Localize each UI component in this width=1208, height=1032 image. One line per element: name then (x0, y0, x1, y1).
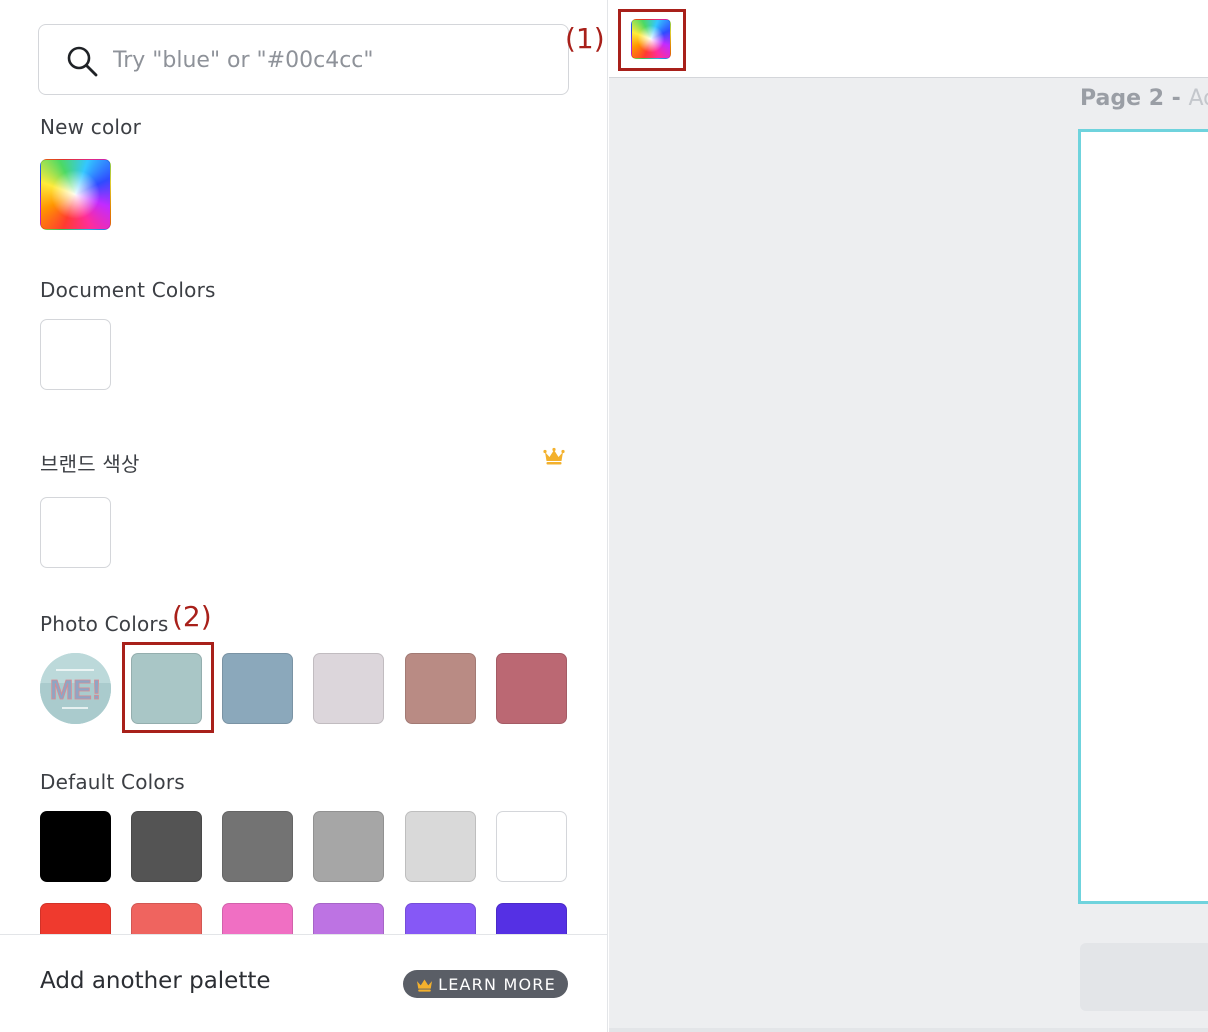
color-search-input[interactable] (113, 39, 553, 81)
editor-toolbar (609, 0, 1208, 78)
editor-area: Page 2 - Add (609, 0, 1208, 1032)
default-color-swatch[interactable] (313, 903, 384, 934)
learn-more-label: LEARN MORE (438, 974, 556, 994)
crown-icon (543, 447, 565, 465)
default-color-swatch[interactable] (405, 811, 476, 882)
default-color-swatch[interactable] (222, 903, 293, 934)
palette-footer: Add another palette LEARN MORE (0, 934, 607, 1032)
design-page-canvas[interactable] (1078, 129, 1208, 904)
default-color-swatch[interactable] (40, 903, 111, 934)
brand-color-add-button[interactable] (40, 497, 111, 568)
document-color-add-button[interactable] (40, 319, 111, 390)
default-color-swatch[interactable] (131, 903, 202, 934)
brand-colors-heading: 브랜드 색상 (40, 452, 140, 476)
page-number: Page 2 - (1080, 86, 1181, 111)
add-page-button[interactable] (1080, 943, 1208, 1011)
photo-thumb-text: ME! (50, 674, 101, 705)
page-title-input[interactable]: Add (1188, 86, 1208, 111)
photo-color-swatch[interactable] (496, 653, 567, 724)
add-palette-label: Add another palette (40, 968, 271, 994)
default-color-swatch[interactable] (313, 811, 384, 882)
color-search-box[interactable] (38, 24, 569, 95)
text-color-button[interactable] (631, 19, 671, 59)
document-colors-heading: Document Colors (40, 278, 216, 302)
crown-icon (417, 979, 433, 992)
default-colors-heading: Default Colors (40, 770, 185, 794)
color-panel-scroll[interactable]: New color Document Colors 브랜드 색상 Photo C… (0, 0, 607, 934)
photo-color-swatch[interactable] (131, 653, 202, 724)
photo-color-swatch[interactable] (405, 653, 476, 724)
default-color-swatch[interactable] (405, 903, 476, 934)
new-color-picker-button[interactable] (40, 159, 111, 230)
default-color-swatch[interactable] (131, 811, 202, 882)
photo-color-swatch[interactable] (222, 653, 293, 724)
photo-colors-heading: Photo Colors (40, 612, 169, 636)
default-color-swatch[interactable] (222, 811, 293, 882)
annotation-label-1: (1) (565, 22, 605, 55)
bottom-divider (609, 1028, 1208, 1032)
default-color-swatch[interactable] (496, 903, 567, 934)
new-color-heading: New color (40, 115, 142, 139)
color-panel: New color Document Colors 브랜드 색상 Photo C… (0, 0, 608, 1032)
search-icon (67, 46, 98, 77)
photo-thumbnail[interactable]: ME! (40, 653, 111, 724)
photo-color-swatch[interactable] (313, 653, 384, 724)
default-color-swatch[interactable] (40, 811, 111, 882)
annotation-label-2: (2) (172, 600, 212, 633)
default-color-swatch[interactable] (496, 811, 567, 882)
learn-more-button[interactable]: LEARN MORE (403, 970, 568, 998)
page-label: Page 2 - Add (1080, 86, 1208, 111)
